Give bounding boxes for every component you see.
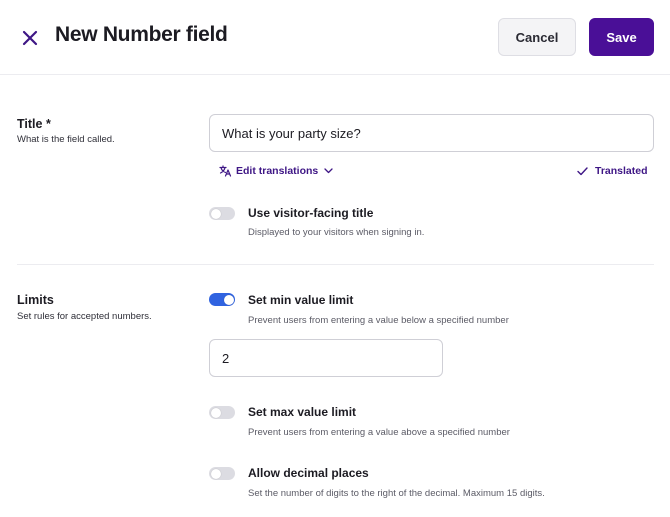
translate-icon (219, 165, 232, 177)
section-divider (17, 264, 654, 265)
visitor-title-toggle[interactable] (209, 207, 235, 220)
max-limit-help: Prevent users from entering a value abov… (248, 427, 510, 438)
decimal-places-help: Set the number of digits to the right of… (248, 488, 545, 499)
page-title: New Number field (55, 23, 228, 46)
check-icon (577, 166, 588, 176)
page-header: New Number field Cancel Save (0, 0, 670, 75)
edit-translations-button[interactable]: Edit translations (219, 165, 333, 177)
max-limit-toggle[interactable] (209, 406, 235, 419)
visitor-title-label: Use visitor-facing title (248, 206, 374, 220)
toggle-knob (210, 407, 221, 418)
decimal-places-label: Allow decimal places (248, 466, 369, 480)
chevron-down-icon (324, 168, 333, 174)
translated-label: Translated (595, 165, 648, 177)
translated-status: Translated (577, 165, 648, 177)
toggle-knob (210, 468, 221, 479)
decimal-places-toggle[interactable] (209, 467, 235, 480)
toggle-knob (223, 294, 234, 305)
min-limit-toggle[interactable] (209, 293, 235, 306)
min-value-input[interactable]: 2 (209, 339, 443, 377)
title-input[interactable]: What is your party size? (209, 114, 654, 152)
cancel-button[interactable]: Cancel (498, 18, 576, 56)
edit-translations-label: Edit translations (236, 165, 319, 177)
toggle-knob (210, 208, 221, 219)
min-limit-label: Set min value limit (248, 293, 354, 307)
min-limit-help: Prevent users from entering a value belo… (248, 315, 509, 326)
title-section-help: What is the field called. (17, 134, 115, 145)
limits-section-label: Limits (17, 293, 54, 307)
save-button[interactable]: Save (589, 18, 654, 56)
title-section-label: Title * (17, 117, 51, 131)
close-icon[interactable] (19, 27, 41, 49)
max-limit-label: Set max value limit (248, 405, 357, 419)
limits-section-help: Set rules for accepted numbers. (17, 311, 152, 322)
visitor-title-help: Displayed to your visitors when signing … (248, 227, 425, 238)
